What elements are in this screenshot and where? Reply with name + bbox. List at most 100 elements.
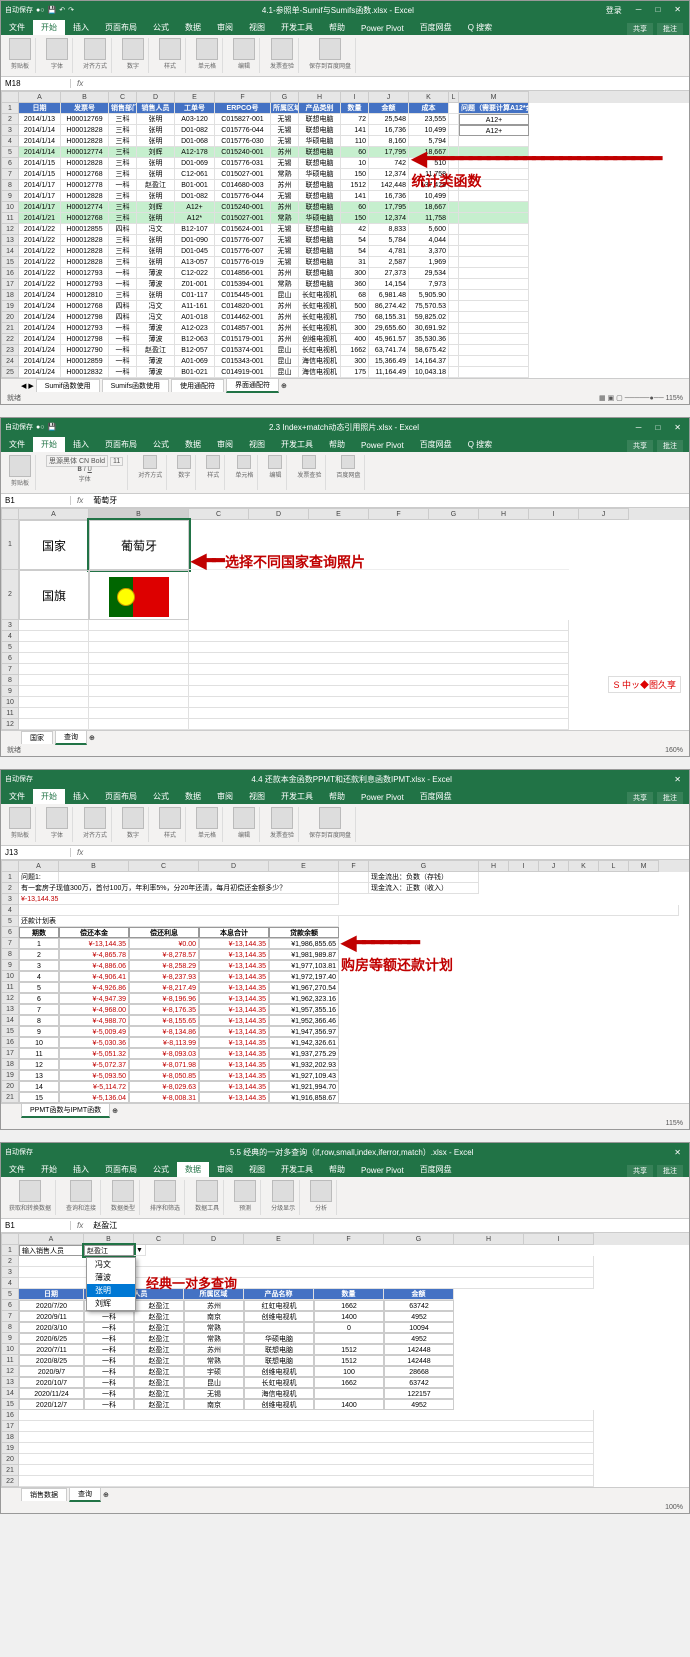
data-cell[interactable]: 150 bbox=[341, 169, 369, 180]
data-cell[interactable]: ¥-8,093.03 bbox=[129, 1048, 199, 1059]
row-header[interactable]: 8 bbox=[1, 1322, 19, 1333]
data-cell[interactable]: 冯文 bbox=[137, 312, 175, 323]
ribbon-icon[interactable] bbox=[159, 38, 181, 60]
data-cell[interactable]: 长虹电视机 bbox=[299, 345, 341, 356]
data-cell[interactable]: 张明 bbox=[137, 114, 175, 125]
autosave-toggle[interactable]: 自动保存 bbox=[5, 422, 33, 432]
tab-powerpivot[interactable]: Power Pivot bbox=[353, 22, 412, 35]
ribbon-icon[interactable] bbox=[271, 38, 293, 60]
data-cell[interactable]: 4,781 bbox=[369, 246, 409, 257]
col-header[interactable]: I bbox=[524, 1233, 594, 1245]
data-cell[interactable]: 7 bbox=[19, 1004, 59, 1015]
row-header[interactable]: 9 bbox=[1, 1333, 19, 1344]
data-cell[interactable]: H00012859 bbox=[61, 356, 109, 367]
data-cell[interactable]: A12-178 bbox=[175, 147, 215, 158]
row-header[interactable]: 4 bbox=[1, 631, 19, 642]
data-cell[interactable]: H00012810 bbox=[61, 290, 109, 301]
tab-review[interactable]: 审阅 bbox=[209, 1162, 241, 1177]
data-cell[interactable]: 2014/1/14 bbox=[19, 147, 61, 158]
data-cell[interactable]: A01-069 bbox=[175, 356, 215, 367]
data-cell[interactable]: H00012768 bbox=[61, 169, 109, 180]
row-header[interactable]: 11 bbox=[1, 982, 19, 993]
data-cell[interactable]: 10,499 bbox=[409, 191, 449, 202]
data-cell[interactable] bbox=[459, 213, 529, 224]
table-header[interactable]: 销售人员 bbox=[137, 103, 175, 114]
row-header[interactable]: 22 bbox=[1, 1476, 19, 1487]
data-cell[interactable]: H00012798 bbox=[61, 312, 109, 323]
data-cell[interactable]: ¥-5,114.72 bbox=[59, 1081, 129, 1092]
data-cell[interactable]: 海信电视机 bbox=[244, 1388, 314, 1399]
ime-toolbar[interactable]: S 中ッ◆图久享 bbox=[608, 676, 681, 693]
data-cell[interactable]: 一科 bbox=[84, 1311, 134, 1322]
data-cell[interactable]: 无锡 bbox=[271, 235, 299, 246]
data-cell[interactable]: 2014/1/24 bbox=[19, 334, 61, 345]
underline-icon[interactable]: U bbox=[87, 467, 91, 473]
data-cell[interactable]: 张明 bbox=[137, 246, 175, 257]
data-cell[interactable]: 联想电脑 bbox=[299, 279, 341, 290]
col-header[interactable]: A bbox=[19, 860, 59, 872]
data-cell[interactable]: 2020/11/24 bbox=[19, 1388, 84, 1399]
col-header[interactable]: H bbox=[479, 508, 529, 520]
comments-button[interactable]: 批注 bbox=[657, 23, 683, 35]
row-header[interactable]: 2 bbox=[1, 114, 19, 125]
data-cell[interactable]: 1400 bbox=[314, 1311, 384, 1322]
data-cell[interactable]: ¥0.00 bbox=[129, 938, 199, 949]
table-header[interactable]: 贷款余额 bbox=[269, 927, 339, 938]
styles-icon[interactable] bbox=[206, 455, 220, 469]
new-sheet-icon[interactable]: ⊕ bbox=[89, 734, 95, 742]
data-cell[interactable]: 14,154 bbox=[369, 279, 409, 290]
data-cell[interactable]: 联想电脑 bbox=[299, 257, 341, 268]
data-cell[interactable]: 72 bbox=[341, 114, 369, 125]
data-cell[interactable]: 17,795 bbox=[369, 202, 409, 213]
col-header[interactable]: F bbox=[339, 860, 369, 872]
data-cell[interactable]: 2014/1/15 bbox=[19, 158, 61, 169]
col-header[interactable]: B bbox=[89, 508, 189, 520]
login-button[interactable]: 登录 bbox=[602, 5, 626, 16]
data-cell[interactable]: 创维电视机 bbox=[244, 1311, 314, 1322]
data-cell[interactable]: ¥-4,968.00 bbox=[59, 1004, 129, 1015]
col-header[interactable]: G bbox=[384, 1233, 454, 1245]
share-button[interactable]: 共享 bbox=[627, 440, 653, 452]
data-cell[interactable]: ¥-13,144.35 bbox=[199, 1092, 269, 1103]
data-cell[interactable]: 10,499 bbox=[409, 125, 449, 136]
data-cell[interactable]: ¥-13,144.35 bbox=[199, 1004, 269, 1015]
save-icon[interactable]: 💾 bbox=[47, 6, 56, 14]
data-cell[interactable]: 昆山 bbox=[271, 345, 299, 356]
dropdown-item[interactable]: 张明 bbox=[87, 1284, 135, 1297]
data-cell[interactable]: 赵盈江 bbox=[134, 1311, 184, 1322]
data-cell[interactable]: ¥1,986,855.65 bbox=[269, 938, 339, 949]
data-cell[interactable]: 4,044 bbox=[409, 235, 449, 246]
tab-formulas[interactable]: 公式 bbox=[145, 437, 177, 452]
data-cell[interactable]: 25,548 bbox=[369, 114, 409, 125]
ribbon-icon[interactable] bbox=[196, 1180, 218, 1202]
data-cell[interactable]: C015027-001 bbox=[215, 169, 271, 180]
data-cell[interactable]: 赵盈江 bbox=[134, 1300, 184, 1311]
table-header[interactable]: 数量 bbox=[341, 103, 369, 114]
data-cell[interactable]: 10 bbox=[341, 158, 369, 169]
data-cell[interactable] bbox=[459, 356, 529, 367]
tab-powerpivot[interactable]: Power Pivot bbox=[353, 439, 412, 452]
row-header[interactable]: 15 bbox=[1, 1399, 19, 1410]
share-button[interactable]: 共享 bbox=[627, 1165, 653, 1177]
data-cell[interactable]: 2014/1/22 bbox=[19, 279, 61, 290]
data-cell[interactable]: ¥-13,144.35 bbox=[199, 949, 269, 960]
paste-icon[interactable] bbox=[9, 455, 31, 477]
data-cell[interactable]: 141 bbox=[341, 191, 369, 202]
data-cell[interactable] bbox=[459, 202, 529, 213]
data-cell[interactable]: 长虹电视机 bbox=[244, 1377, 314, 1388]
row-header[interactable]: 12 bbox=[1, 224, 19, 235]
data-cell[interactable]: 2014/1/17 bbox=[19, 202, 61, 213]
data-cell[interactable]: 三科 bbox=[109, 246, 137, 257]
row-header[interactable]: 3 bbox=[1, 620, 19, 631]
data-cell[interactable]: 35,530.36 bbox=[409, 334, 449, 345]
col-header[interactable]: G bbox=[429, 508, 479, 520]
ribbon-icon[interactable] bbox=[9, 807, 31, 829]
data-cell[interactable]: 三科 bbox=[109, 235, 137, 246]
data-cell[interactable]: 12 bbox=[19, 1059, 59, 1070]
tab-dev[interactable]: 开发工具 bbox=[273, 437, 321, 452]
data-cell[interactable]: 华硕电脑 bbox=[299, 136, 341, 147]
data-cell[interactable]: ¥1,977,103.81 bbox=[269, 960, 339, 971]
col-header[interactable]: K bbox=[569, 860, 599, 872]
salesperson-dropdown[interactable]: 冯文 薄波 张明 刘辉 bbox=[86, 1257, 136, 1311]
row-header[interactable]: 22 bbox=[1, 334, 19, 345]
